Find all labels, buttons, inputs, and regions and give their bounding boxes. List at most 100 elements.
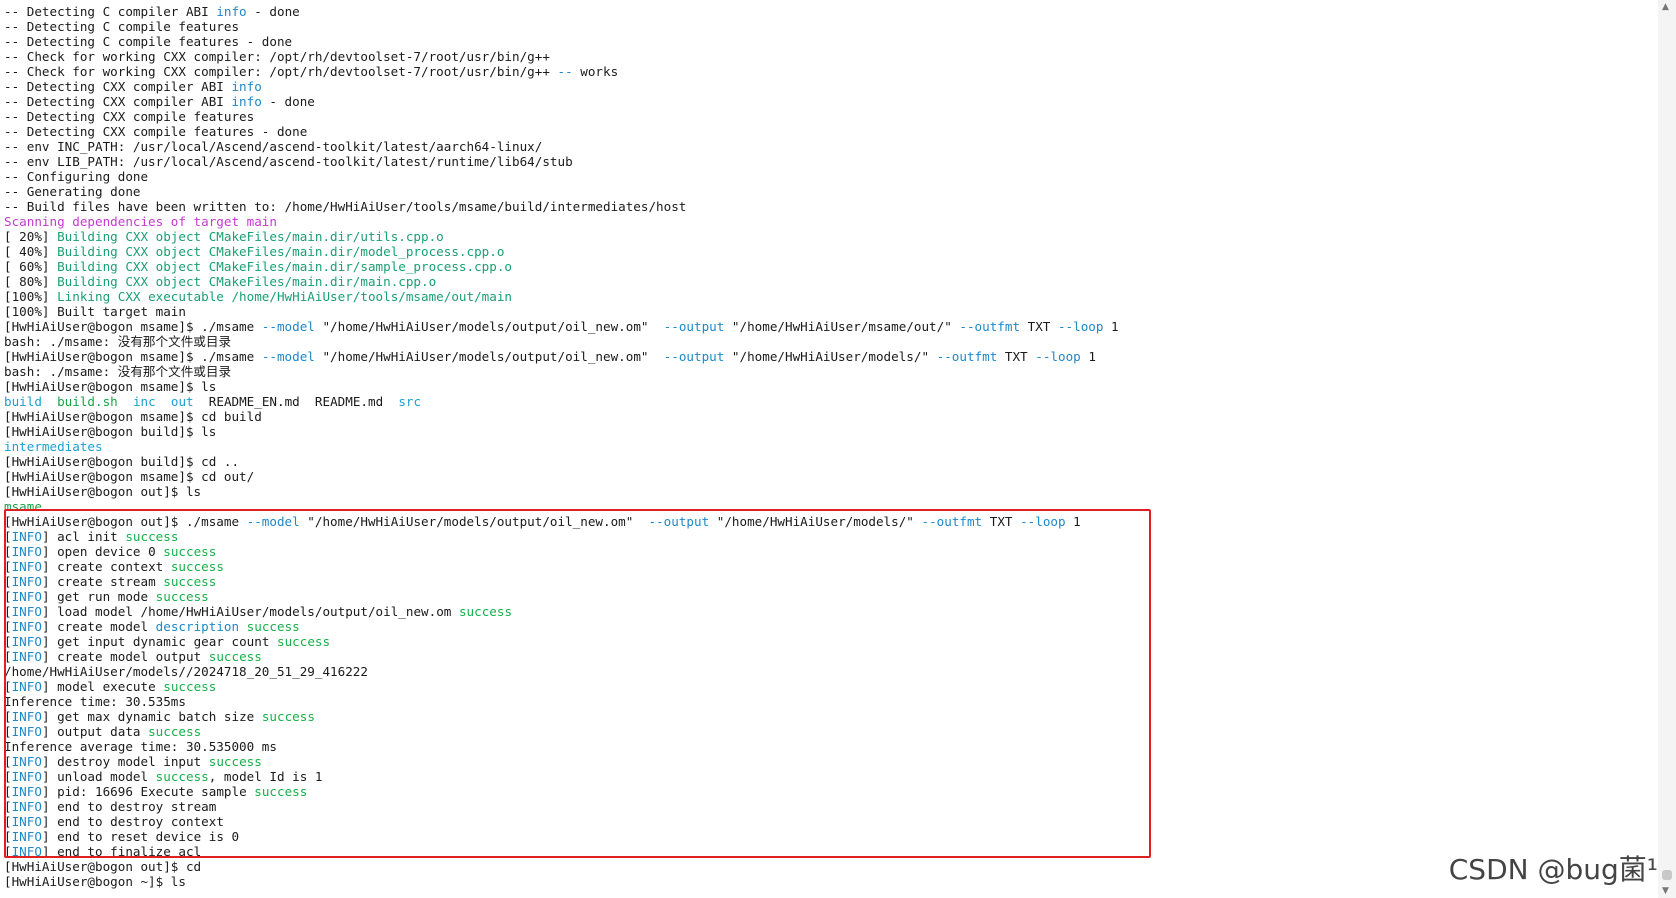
terminal-text-segment: [	[4, 724, 12, 739]
terminal-line: [HwHiAiUser@bogon out]$ ls	[4, 484, 1654, 499]
terminal-line: [HwHiAiUser@bogon msame]$ ./msame --mode…	[4, 349, 1654, 364]
terminal-text-segment: --	[557, 64, 573, 79]
terminal-line: [HwHiAiUser@bogon msame]$ ls	[4, 379, 1654, 394]
terminal-text-segment: -- Build files have been written to: /ho…	[4, 199, 687, 214]
terminal-text-segment: success	[246, 619, 300, 634]
terminal-text-segment: "/home/HwHiAiUser/models/output/oil_new.…	[314, 319, 664, 334]
terminal-line: [INFO] load model /home/HwHiAiUser/model…	[4, 604, 1654, 619]
terminal-text-segment: -- Detecting CXX compile features	[4, 109, 255, 124]
terminal-text-segment: info	[216, 4, 247, 19]
terminal-text-segment: "/home/HwHiAiUser/models/output/oil_new.…	[314, 349, 664, 364]
terminal-line: -- Detecting C compiler ABI info - done	[4, 4, 1654, 19]
terminal-line: intermediates	[4, 439, 1654, 454]
terminal-text-segment: success	[155, 589, 209, 604]
terminal-text-segment: [HwHiAiUser@bogon build]$ ls	[4, 424, 217, 439]
terminal-line: [HwHiAiUser@bogon build]$ cd ..	[4, 454, 1654, 469]
terminal-line: [INFO] create model output success	[4, 649, 1654, 664]
terminal-line: [ 40%] Building CXX object CMakeFiles/ma…	[4, 244, 1654, 259]
terminal-text-segment: ] end to reset device is 0	[41, 829, 240, 844]
terminal-text-segment: success	[125, 529, 179, 544]
terminal-line: [INFO] end to reset device is 0	[4, 829, 1654, 844]
terminal-text-segment: [HwHiAiUser@bogon msame]$ ls	[4, 379, 217, 394]
terminal-text-segment: --model	[261, 319, 315, 334]
terminal-line: [HwHiAiUser@bogon ~]$ ls	[4, 874, 1654, 889]
terminal-text-segment: out	[170, 394, 194, 409]
terminal-line: [ 60%] Building CXX object CMakeFiles/ma…	[4, 259, 1654, 274]
terminal-text-segment: --output	[663, 349, 725, 364]
terminal-line: -- Check for working CXX compiler: /opt/…	[4, 64, 1654, 79]
terminal-text-segment: TXT	[982, 514, 1021, 529]
terminal-text-segment: -- env LIB_PATH: /usr/local/Ascend/ascen…	[4, 154, 573, 169]
terminal-line: -- Build files have been written to: /ho…	[4, 199, 1654, 214]
terminal-text-segment: [HwHiAiUser@bogon msame]$ cd build	[4, 409, 262, 424]
terminal-text-segment: [HwHiAiUser@bogon msame]$ cd out/	[4, 469, 255, 484]
terminal-text-segment: [	[4, 634, 12, 649]
terminal-text-segment: --loop	[1020, 514, 1066, 529]
scroll-down-arrow-icon[interactable]: ▼	[1662, 886, 1669, 896]
terminal-text-segment: msame	[4, 499, 42, 514]
terminal-text-segment: README_EN.md README.md	[193, 394, 399, 409]
terminal-text-segment: -- Detecting CXX compiler ABI	[4, 79, 232, 94]
terminal-text-segment: --model	[261, 349, 315, 364]
terminal-line: -- env LIB_PATH: /usr/local/Ascend/ascen…	[4, 154, 1654, 169]
terminal-line: [100%] Built target main	[4, 304, 1654, 319]
terminal-line: [100%] Linking CXX executable /home/HwHi…	[4, 289, 1654, 304]
terminal-text-segment: info	[231, 94, 262, 109]
terminal-text-segment: ] output data	[41, 724, 149, 739]
terminal-text-segment: INFO	[11, 799, 42, 814]
scroll-up-arrow-icon[interactable]: ▲	[1662, 2, 1669, 12]
terminal-text-segment: intermediates	[4, 439, 103, 454]
terminal-text-segment: success	[458, 604, 513, 619]
terminal-text-segment: --output	[648, 514, 710, 529]
scrollbar-thumb[interactable]	[1662, 870, 1672, 880]
terminal-text-segment: [	[4, 829, 12, 844]
terminal-line: [ 20%] Building CXX object CMakeFiles/ma…	[4, 229, 1654, 244]
terminal-text-segment: -- env INC_PATH: /usr/local/Ascend/ascen…	[4, 139, 543, 154]
terminal-text-segment: --loop	[1035, 349, 1081, 364]
terminal-text-segment: Inference time: 30.535ms	[4, 694, 186, 709]
terminal-output[interactable]: -- Detecting C compiler ABI info - done -…	[4, 4, 1654, 889]
terminal-text-segment: [	[4, 844, 12, 859]
terminal-text-segment: works	[572, 64, 619, 79]
terminal-text-segment: INFO	[11, 829, 42, 844]
terminal-line: -- Detecting C compile features	[4, 19, 1654, 34]
terminal-text-segment: src	[398, 394, 422, 409]
terminal-text-segment: [	[4, 604, 12, 619]
terminal-text-segment: bash: ./msame: 没有那个文件或目录	[4, 364, 232, 379]
terminal-text-segment: ] open device 0	[41, 544, 164, 559]
terminal-line: [HwHiAiUser@bogon msame]$ cd build	[4, 409, 1654, 424]
terminal-line: [INFO] get max dynamic batch size succes…	[4, 709, 1654, 724]
terminal-text-segment: ] model execute	[41, 679, 164, 694]
terminal-text-segment: INFO	[11, 649, 42, 664]
terminal-line: build build.sh inc out README_EN.md READ…	[4, 394, 1654, 409]
terminal-text-segment: [HwHiAiUser@bogon out]$ ls	[4, 484, 202, 499]
terminal-text-segment: [	[4, 574, 12, 589]
terminal-line: msame	[4, 499, 1654, 514]
terminal-line: [INFO] create stream success	[4, 574, 1654, 589]
terminal-text-segment: INFO	[11, 679, 42, 694]
scrollbar[interactable]: ▲ ▼	[1658, 0, 1676, 898]
terminal-text-segment: bash: ./msame: 没有那个文件或目录	[4, 334, 232, 349]
terminal-line: [INFO] create model description success	[4, 619, 1654, 634]
terminal-line: [INFO] open device 0 success	[4, 544, 1654, 559]
terminal-text-segment: success	[155, 769, 209, 784]
terminal-text-segment: [	[4, 799, 12, 814]
terminal-line: [INFO] create context success	[4, 559, 1654, 574]
terminal-text-segment: "/home/HwHiAiUser/models/output/oil_new.…	[299, 514, 649, 529]
terminal-line: -- Check for working CXX compiler: /opt/…	[4, 49, 1654, 64]
terminal-line: [INFO] destroy model input success	[4, 754, 1654, 769]
terminal-text-segment: ] create model	[41, 619, 156, 634]
terminal-line: [HwHiAiUser@bogon out]$ ./msame --model …	[4, 514, 1654, 529]
terminal-text-segment: info	[231, 79, 262, 94]
terminal-text-segment: build	[4, 394, 42, 409]
terminal-text-segment: inc	[132, 394, 156, 409]
terminal-text-segment: - done	[246, 4, 300, 19]
terminal-line: [INFO] acl init success	[4, 529, 1654, 544]
terminal-text-segment: Building CXX object CMakeFiles/main.dir/…	[57, 244, 505, 259]
terminal-line: -- Configuring done	[4, 169, 1654, 184]
terminal-text-segment: description	[155, 619, 240, 634]
terminal-text-segment: INFO	[11, 784, 42, 799]
terminal-text-segment: --loop	[1057, 319, 1104, 334]
